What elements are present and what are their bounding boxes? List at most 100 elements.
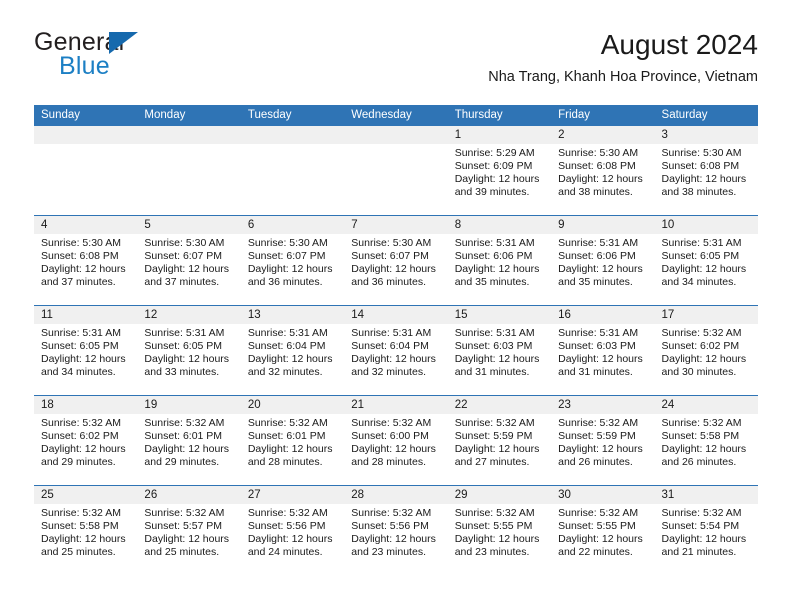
day-detail-line: Sunrise: 5:32 AM xyxy=(558,507,639,519)
day-number[interactable]: 21 xyxy=(344,396,447,414)
day-cell[interactable]: Sunrise: 5:32 AM Sunset: 5:56 PM Daylight:… xyxy=(344,504,447,575)
day-number-band: 18 19 20 21 22 23 24 xyxy=(34,396,758,414)
day-cell[interactable]: Sunrise: 5:31 AM Sunset: 6:03 PM Daylight:… xyxy=(448,324,551,395)
day-detail-line: and 28 minutes. xyxy=(247,456,323,468)
day-cell[interactable]: Sunrise: 5:32 AM Sunset: 5:58 PM Daylight:… xyxy=(655,414,758,485)
day-detail-line: Daylight: 12 hours xyxy=(454,263,540,275)
day-number[interactable]: 23 xyxy=(551,396,654,414)
day-detail-line: Daylight: 12 hours xyxy=(351,263,436,275)
day-detail-line: Sunset: 5:56 PM xyxy=(247,520,326,532)
day-cell[interactable]: Sunrise: 5:32 AM Sunset: 5:55 PM Daylight:… xyxy=(551,504,654,575)
day-cell-empty xyxy=(344,144,447,215)
day-detail-line: Sunrise: 5:31 AM xyxy=(454,327,535,339)
day-number[interactable]: 3 xyxy=(655,126,758,144)
day-cell[interactable]: Sunrise: 5:30 AM Sunset: 6:08 PM Daylight:… xyxy=(34,234,137,305)
day-cell[interactable]: Sunrise: 5:31 AM Sunset: 6:06 PM Daylight:… xyxy=(551,234,654,305)
day-cell[interactable]: Sunrise: 5:31 AM Sunset: 6:05 PM Daylight:… xyxy=(137,324,240,395)
day-number[interactable]: 7 xyxy=(344,216,447,234)
day-number[interactable]: 13 xyxy=(241,306,344,324)
day-detail-line: Sunset: 6:01 PM xyxy=(247,430,326,442)
day-detail-line: Sunrise: 5:30 AM xyxy=(661,147,742,159)
day-number[interactable]: 28 xyxy=(344,486,447,504)
day-cell[interactable]: Sunrise: 5:29 AM Sunset: 6:09 PM Daylight:… xyxy=(448,144,551,215)
day-detail-line: Sunrise: 5:31 AM xyxy=(41,327,121,339)
day-number[interactable]: 26 xyxy=(137,486,240,504)
day-number[interactable]: 12 xyxy=(137,306,240,324)
day-number[interactable]: 14 xyxy=(344,306,447,324)
weekday-header-thursday: Thursday xyxy=(454,109,503,121)
day-cell[interactable]: Sunrise: 5:32 AM Sunset: 6:00 PM Daylight:… xyxy=(344,414,447,485)
weekday-header-wednesday: Wednesday xyxy=(351,109,412,121)
day-cell[interactable]: Sunrise: 5:32 AM Sunset: 5:59 PM Daylight:… xyxy=(448,414,551,485)
day-cell[interactable]: Sunrise: 5:32 AM Sunset: 6:01 PM Daylight:… xyxy=(137,414,240,485)
day-number[interactable]: 27 xyxy=(241,486,344,504)
day-cell[interactable]: Sunrise: 5:31 AM Sunset: 6:04 PM Daylight:… xyxy=(241,324,344,395)
day-cell[interactable]: Sunrise: 5:31 AM Sunset: 6:03 PM Daylight:… xyxy=(551,324,654,395)
day-detail-line: Daylight: 12 hours xyxy=(558,263,643,275)
day-number[interactable]: 10 xyxy=(655,216,758,234)
day-number[interactable]: 1 xyxy=(448,126,551,144)
day-detail-line: Daylight: 12 hours xyxy=(144,443,230,455)
day-cell[interactable]: Sunrise: 5:31 AM Sunset: 6:04 PM Daylight:… xyxy=(344,324,447,395)
day-cell[interactable]: Sunrise: 5:31 AM Sunset: 6:05 PM Daylight:… xyxy=(34,324,137,395)
day-detail-line: Sunrise: 5:30 AM xyxy=(41,237,121,249)
day-detail-line: Sunset: 6:03 PM xyxy=(558,340,636,352)
day-cell[interactable]: Sunrise: 5:32 AM Sunset: 5:59 PM Daylight:… xyxy=(551,414,654,485)
day-cell[interactable]: Sunrise: 5:32 AM Sunset: 5:58 PM Daylight:… xyxy=(34,504,137,575)
day-detail-line: Sunset: 6:06 PM xyxy=(558,250,636,262)
day-cell[interactable]: Sunrise: 5:30 AM Sunset: 6:08 PM Daylight:… xyxy=(551,144,654,215)
day-number[interactable]: 22 xyxy=(448,396,551,414)
day-cell[interactable]: Sunrise: 5:31 AM Sunset: 6:05 PM Daylight:… xyxy=(655,234,758,305)
day-number[interactable]: 6 xyxy=(241,216,344,234)
day-detail-line: Sunset: 5:54 PM xyxy=(661,520,740,532)
day-number[interactable]: 29 xyxy=(448,486,551,504)
day-detail-line: Sunset: 6:03 PM xyxy=(454,340,533,352)
day-number[interactable]: 5 xyxy=(137,216,240,234)
day-number[interactable]: 25 xyxy=(34,486,137,504)
day-detail-line: Daylight: 12 hours xyxy=(661,443,747,455)
day-number[interactable]: 20 xyxy=(241,396,344,414)
day-detail-line: Sunrise: 5:30 AM xyxy=(144,237,225,249)
calendar-weeks: 1 2 3 Sunrise: 5:29 AM Sunset: 6:09 PM Daylig… xyxy=(34,126,758,575)
day-detail-line: Sunrise: 5:32 AM xyxy=(661,327,742,339)
day-detail-line: Daylight: 12 hours xyxy=(558,173,643,185)
day-number[interactable]: 15 xyxy=(448,306,551,324)
day-number[interactable]: 2 xyxy=(551,126,654,144)
day-cell[interactable]: Sunrise: 5:32 AM Sunset: 5:56 PM Daylight:… xyxy=(241,504,344,575)
day-cell[interactable]: Sunrise: 5:30 AM Sunset: 6:08 PM Daylight:… xyxy=(655,144,758,215)
day-detail-line: and 35 minutes. xyxy=(558,276,633,288)
day-cell[interactable]: Sunrise: 5:32 AM Sunset: 6:02 PM Daylight:… xyxy=(655,324,758,395)
day-number[interactable]: 18 xyxy=(34,396,137,414)
day-cell[interactable]: Sunrise: 5:31 AM Sunset: 6:06 PM Daylight:… xyxy=(448,234,551,305)
day-cell[interactable]: Sunrise: 5:32 AM Sunset: 5:57 PM Daylight:… xyxy=(137,504,240,575)
day-detail-line: Daylight: 12 hours xyxy=(41,533,126,545)
day-detail-line: Daylight: 12 hours xyxy=(454,173,540,185)
day-number[interactable]: 8 xyxy=(448,216,551,234)
day-number[interactable]: 17 xyxy=(655,306,758,324)
weekday-header-sunday: Sunday xyxy=(41,109,81,121)
day-number[interactable]: 16 xyxy=(551,306,654,324)
day-detail-line: Daylight: 12 hours xyxy=(247,533,333,545)
day-number[interactable]: 19 xyxy=(137,396,240,414)
day-number[interactable]: 9 xyxy=(551,216,654,234)
day-number[interactable]: 4 xyxy=(34,216,137,234)
day-number[interactable]: 11 xyxy=(34,306,137,324)
day-detail-line: Sunset: 5:58 PM xyxy=(661,430,740,442)
day-cell[interactable]: Sunrise: 5:30 AM Sunset: 6:07 PM Daylight:… xyxy=(344,234,447,305)
day-cell[interactable]: Sunrise: 5:32 AM Sunset: 5:55 PM Daylight:… xyxy=(448,504,551,575)
day-cell[interactable]: Sunrise: 5:30 AM Sunset: 6:07 PM Daylight:… xyxy=(137,234,240,305)
day-detail-line: Sunrise: 5:31 AM xyxy=(454,237,535,249)
day-detail-line: and 23 minutes. xyxy=(351,546,426,558)
day-number[interactable]: 30 xyxy=(551,486,654,504)
day-detail-line: and 25 minutes. xyxy=(41,546,116,558)
calendar-page: General Blue August 2024 Nha Trang, Khan… xyxy=(0,0,792,612)
day-number[interactable]: 24 xyxy=(655,396,758,414)
day-cell[interactable]: Sunrise: 5:32 AM Sunset: 5:54 PM Daylight:… xyxy=(655,504,758,575)
day-number[interactable]: 31 xyxy=(655,486,758,504)
brand-logo[interactable]: General Blue xyxy=(34,28,264,86)
day-cell[interactable]: Sunrise: 5:32 AM Sunset: 6:01 PM Daylight:… xyxy=(241,414,344,485)
brand-name-blue: Blue xyxy=(59,52,110,80)
day-cell[interactable]: Sunrise: 5:32 AM Sunset: 6:02 PM Daylight:… xyxy=(34,414,137,485)
day-detail-line: Sunset: 6:05 PM xyxy=(41,340,119,352)
day-cell[interactable]: Sunrise: 5:30 AM Sunset: 6:07 PM Daylight:… xyxy=(241,234,344,305)
